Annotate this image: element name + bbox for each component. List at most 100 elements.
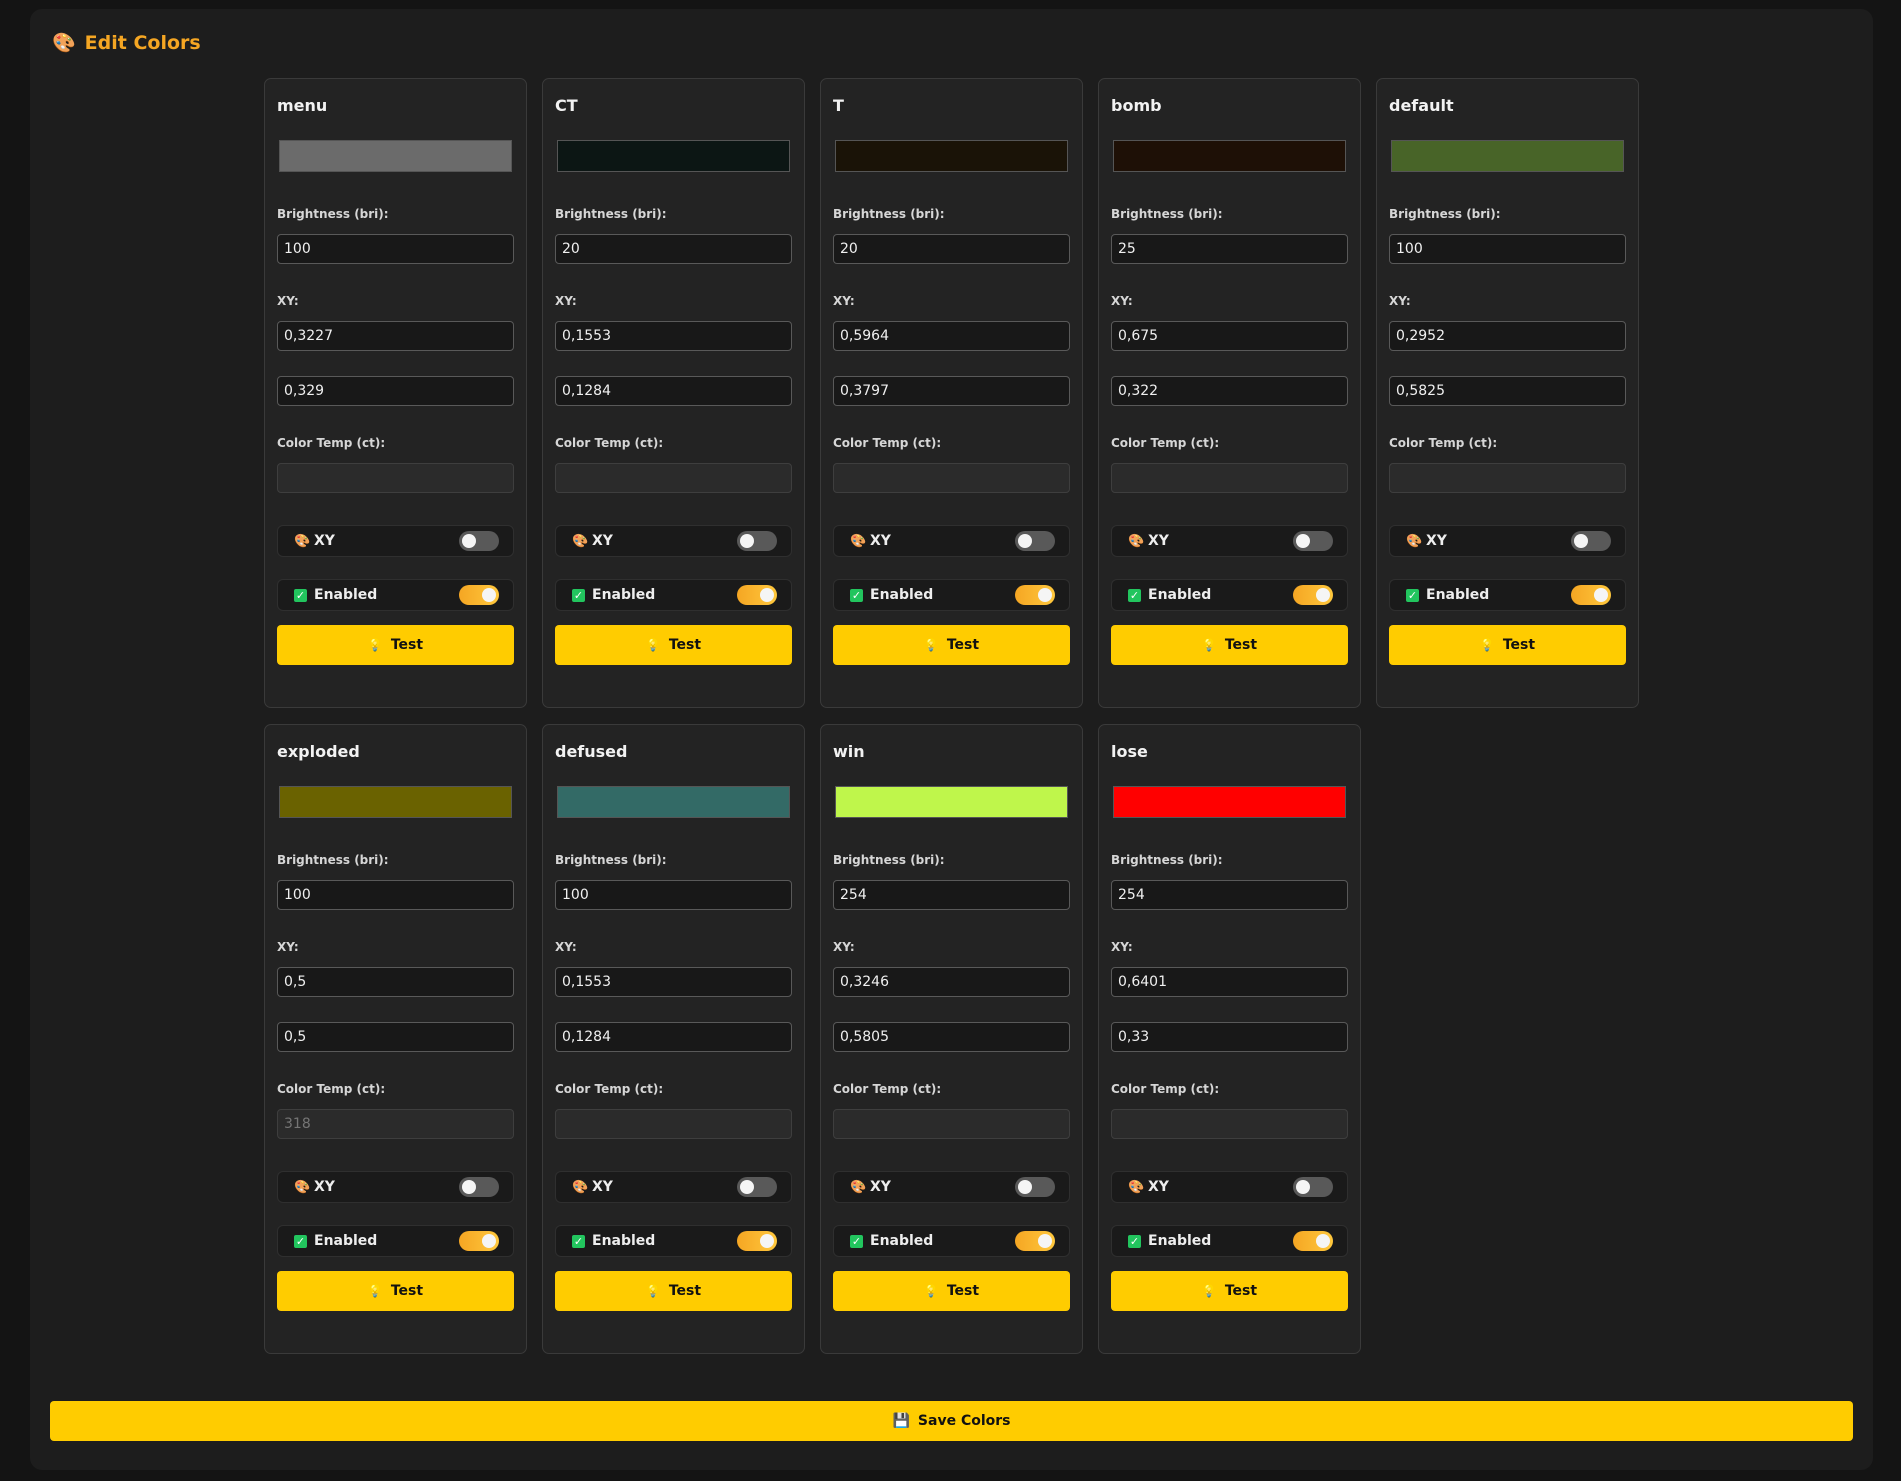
save-icon: 💾 xyxy=(892,1413,910,1429)
x-input[interactable] xyxy=(833,967,1070,997)
x-input[interactable] xyxy=(1111,321,1348,351)
enabled-label: Enabled xyxy=(592,1233,656,1249)
y-input[interactable] xyxy=(1111,1022,1348,1052)
color-swatch[interactable] xyxy=(279,786,512,818)
color-temp-input[interactable] xyxy=(1389,463,1626,493)
checkbox-icon: ✓ xyxy=(572,1234,585,1248)
test-button[interactable]: 💡 Test xyxy=(555,625,792,665)
save-colors-label: Save Colors xyxy=(917,1413,1011,1429)
enabled-toggle[interactable] xyxy=(459,1231,499,1251)
xy-mode-toggle[interactable] xyxy=(459,1177,499,1197)
color-temp-input[interactable] xyxy=(555,463,792,493)
test-label: Test xyxy=(946,637,980,653)
y-input[interactable] xyxy=(1111,376,1348,406)
xy-mode-toggle[interactable] xyxy=(459,531,499,551)
color-name: win xyxy=(833,742,865,761)
xy-mode-row: 🎨 XY xyxy=(555,525,792,557)
toggle-knob xyxy=(740,1180,754,1194)
color-temp-input[interactable] xyxy=(833,1109,1070,1139)
save-colors-button[interactable]: 💾 Save Colors xyxy=(50,1401,1853,1441)
x-input[interactable] xyxy=(1389,321,1626,351)
y-input[interactable] xyxy=(833,1022,1070,1052)
y-input[interactable] xyxy=(277,1022,514,1052)
test-label: Test xyxy=(1502,637,1536,653)
test-button[interactable]: 💡 Test xyxy=(833,1271,1070,1311)
x-input[interactable] xyxy=(555,321,792,351)
xy-mode-toggle[interactable] xyxy=(1571,531,1611,551)
xy-label: XY: xyxy=(555,940,577,954)
xy-mode-toggle[interactable] xyxy=(1015,1177,1055,1197)
color-name: bomb xyxy=(1111,96,1162,115)
xy-mode-toggle[interactable] xyxy=(1015,531,1055,551)
brightness-label: Brightness (bri): xyxy=(1111,853,1223,867)
checkbox-icon: ✓ xyxy=(572,588,585,602)
test-button[interactable]: 💡 Test xyxy=(1111,1271,1348,1311)
xy-mode-toggle[interactable] xyxy=(737,1177,777,1197)
y-input[interactable] xyxy=(1389,376,1626,406)
y-input[interactable] xyxy=(555,376,792,406)
color-temp-label: Color Temp (ct): xyxy=(555,436,664,450)
enabled-toggle[interactable] xyxy=(737,585,777,605)
brightness-input[interactable] xyxy=(1389,234,1626,264)
xy-mode-toggle[interactable] xyxy=(1293,1177,1333,1197)
enabled-toggle[interactable] xyxy=(1015,1231,1055,1251)
color-temp-input[interactable] xyxy=(833,463,1070,493)
color-temp-input[interactable] xyxy=(277,463,514,493)
color-swatch[interactable] xyxy=(557,786,790,818)
color-swatch[interactable] xyxy=(1113,140,1346,172)
color-temp-input[interactable] xyxy=(1111,1109,1348,1139)
palette-icon: 🎨 xyxy=(1128,1179,1145,1195)
test-button[interactable]: 💡 Test xyxy=(277,625,514,665)
xy-mode-label: XY xyxy=(314,533,335,549)
color-temp-input[interactable] xyxy=(277,1109,514,1139)
enabled-toggle[interactable] xyxy=(1015,585,1055,605)
color-swatch[interactable] xyxy=(279,140,512,172)
brightness-input[interactable] xyxy=(833,880,1070,910)
xy-mode-row: 🎨 XY xyxy=(1111,525,1348,557)
brightness-input[interactable] xyxy=(277,880,514,910)
test-button[interactable]: 💡 Test xyxy=(277,1271,514,1311)
color-swatch[interactable] xyxy=(1113,786,1346,818)
brightness-input[interactable] xyxy=(1111,234,1348,264)
x-input[interactable] xyxy=(833,321,1070,351)
enabled-label: Enabled xyxy=(592,587,656,603)
y-input[interactable] xyxy=(277,376,514,406)
x-input[interactable] xyxy=(277,321,514,351)
enabled-toggle[interactable] xyxy=(1571,585,1611,605)
enabled-toggle[interactable] xyxy=(1293,585,1333,605)
palette-icon: 🎨 xyxy=(294,1179,311,1195)
enabled-toggle[interactable] xyxy=(737,1231,777,1251)
enabled-row: ✓ Enabled xyxy=(833,579,1070,611)
y-input[interactable] xyxy=(833,376,1070,406)
color-swatch[interactable] xyxy=(835,786,1068,818)
panel-title-text: Edit Colors xyxy=(84,31,201,54)
x-input[interactable] xyxy=(277,967,514,997)
brightness-input[interactable] xyxy=(555,234,792,264)
xy-mode-toggle[interactable] xyxy=(737,531,777,551)
enabled-toggle[interactable] xyxy=(1293,1231,1333,1251)
palette-icon: 🎨 xyxy=(1406,533,1423,549)
brightness-label: Brightness (bri): xyxy=(555,207,667,221)
xy-mode-row: 🎨 XY xyxy=(555,1171,792,1203)
toggle-knob xyxy=(1038,588,1052,602)
xy-mode-row: 🎨 XY xyxy=(833,1171,1070,1203)
y-input[interactable] xyxy=(555,1022,792,1052)
enabled-toggle[interactable] xyxy=(459,585,499,605)
brightness-input[interactable] xyxy=(833,234,1070,264)
test-button[interactable]: 💡 Test xyxy=(1111,625,1348,665)
color-temp-input[interactable] xyxy=(555,1109,792,1139)
brightness-input[interactable] xyxy=(277,234,514,264)
x-input[interactable] xyxy=(555,967,792,997)
color-temp-label: Color Temp (ct): xyxy=(277,1082,386,1096)
brightness-input[interactable] xyxy=(555,880,792,910)
test-button[interactable]: 💡 Test xyxy=(1389,625,1626,665)
color-swatch[interactable] xyxy=(835,140,1068,172)
brightness-input[interactable] xyxy=(1111,880,1348,910)
test-button[interactable]: 💡 Test xyxy=(555,1271,792,1311)
x-input[interactable] xyxy=(1111,967,1348,997)
color-temp-input[interactable] xyxy=(1111,463,1348,493)
color-swatch[interactable] xyxy=(1391,140,1624,172)
color-swatch[interactable] xyxy=(557,140,790,172)
xy-mode-toggle[interactable] xyxy=(1293,531,1333,551)
test-button[interactable]: 💡 Test xyxy=(833,625,1070,665)
